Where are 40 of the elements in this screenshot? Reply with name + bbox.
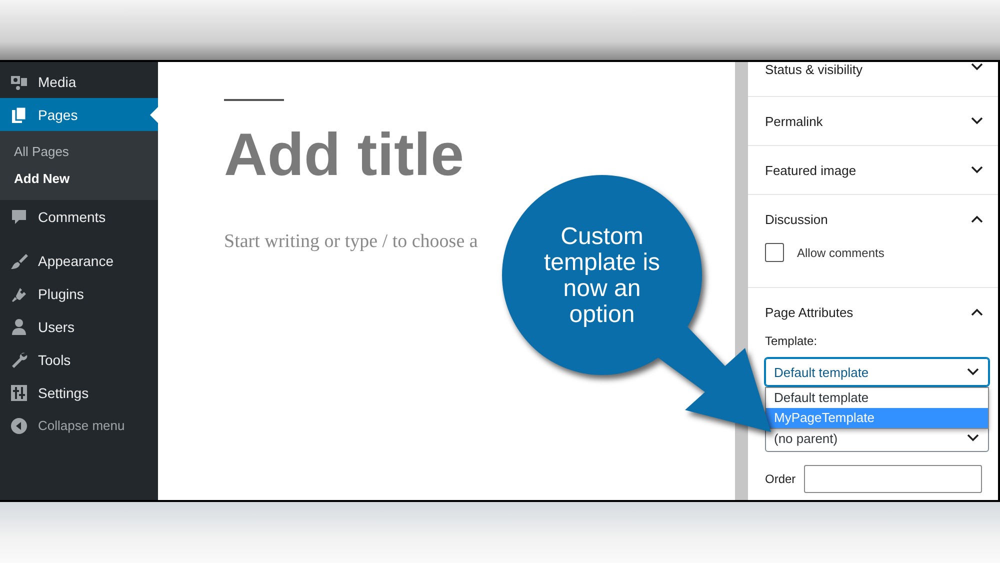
submenu-item[interactable]: Add New	[0, 165, 158, 192]
template-select[interactable]: Default template	[765, 358, 989, 386]
chevron-up-icon	[970, 214, 984, 224]
menu-item[interactable]: Settings	[0, 376, 158, 409]
order-field[interactable]	[804, 465, 982, 493]
submenu-item[interactable]: All Pages	[0, 138, 158, 165]
panel-header[interactable]: Discussion	[748, 195, 998, 243]
menu-item[interactable]: Media	[0, 65, 158, 98]
title-field[interactable]: Add title	[224, 115, 464, 195]
dropdown-option[interactable]: Default template	[766, 388, 988, 408]
menu-item[interactable]: Tools	[0, 343, 158, 376]
wrench-icon	[10, 350, 28, 368]
field-label: Order	[765, 472, 796, 486]
menu-item[interactable]: Appearance	[0, 244, 158, 277]
panel-header[interactable]: Page Attributes	[748, 288, 998, 336]
chevron-up-icon	[970, 307, 984, 317]
panel-header[interactable]: Permalink	[748, 97, 998, 145]
chevron-down-icon	[970, 165, 984, 175]
menu-item[interactable]: Plugins	[0, 277, 158, 310]
checkbox[interactable]	[765, 243, 784, 262]
panel-header[interactable]: Status & visibility	[748, 62, 998, 96]
chevron-down-icon	[970, 116, 984, 126]
pages-icon	[10, 106, 28, 124]
checkbox-label: Allow comments	[797, 246, 884, 260]
menu-item[interactable]: Pages	[0, 98, 158, 131]
user-icon	[10, 318, 28, 336]
chevron-down-icon	[970, 62, 984, 72]
sliders-icon	[10, 384, 28, 402]
content-field[interactable]: Start writing or type / to choose a	[224, 231, 478, 253]
speech-bubble-icon	[10, 208, 28, 226]
callout-text: Custom template is now an option	[542, 224, 662, 328]
menu-item[interactable]: Comments	[0, 200, 158, 233]
collapse-icon	[10, 416, 28, 434]
chevron-down-icon	[966, 367, 980, 377]
chevron-down-icon	[966, 433, 980, 443]
collapse-menu-button[interactable]: Collapse menu	[0, 409, 158, 442]
paintbrush-icon	[10, 252, 28, 270]
field-label: Template:	[765, 334, 818, 348]
menu-item[interactable]: Users	[0, 310, 158, 343]
panel-header[interactable]: Featured image	[748, 146, 998, 194]
